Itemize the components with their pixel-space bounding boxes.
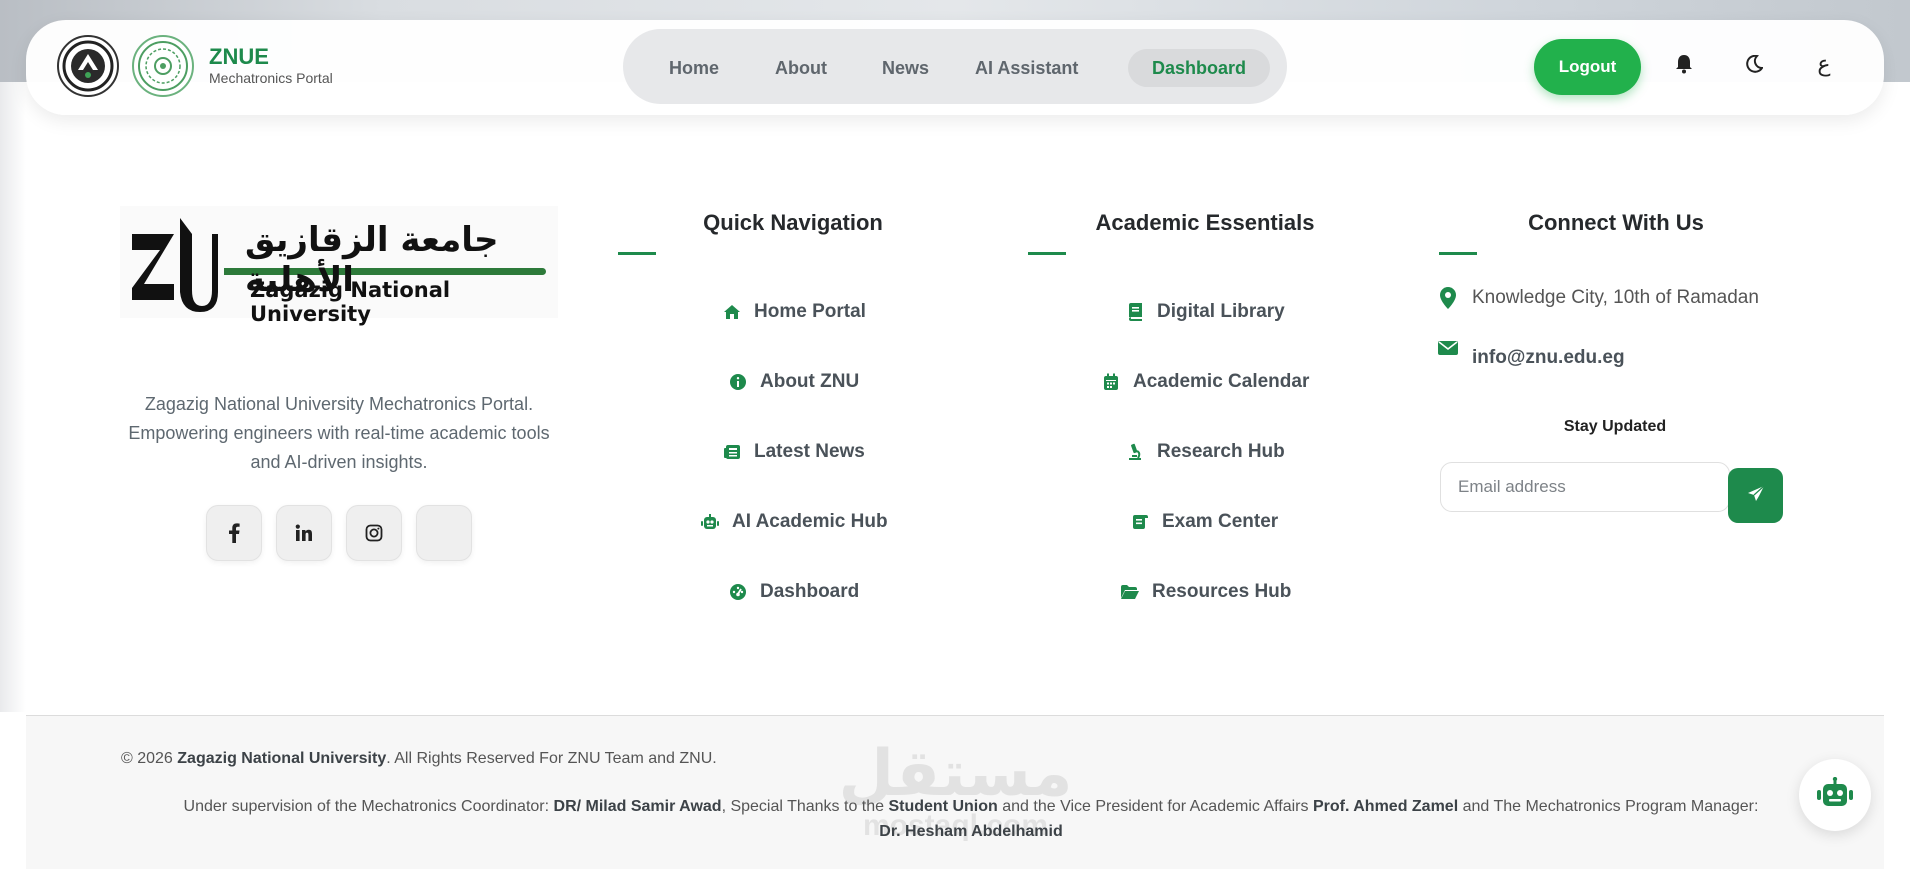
link-label: AI Academic Hub — [732, 511, 888, 532]
link-label: Research Hub — [1157, 441, 1285, 462]
stay-updated-label: Stay Updated — [1563, 418, 1667, 435]
copyright-prefix: © 2026 — [121, 750, 178, 767]
copyright-suffix: . All Rights Reserved For ZNU Team and Z… — [386, 750, 717, 767]
link-label: Dashboard — [760, 581, 860, 602]
link-label: Home Portal — [754, 301, 866, 322]
link-label: Latest News — [754, 441, 865, 462]
facebook-icon[interactable] — [206, 505, 262, 561]
footer-link-about-znu[interactable]: About ZNU — [728, 368, 859, 396]
left-edge-shade — [0, 82, 26, 712]
contact-email-text[interactable]: info@znu.edu.eg — [1472, 347, 1625, 369]
bell-icon[interactable] — [1668, 48, 1700, 80]
quick-nav-title: Quick Navigation — [703, 210, 883, 235]
contact-address: Knowledge City, 10th of Ramadan — [1438, 287, 1759, 309]
newsletter-send-button[interactable] — [1728, 468, 1783, 523]
copyright-text: © 2026 Zagazig National University. All … — [121, 750, 717, 768]
connect-underline — [1439, 252, 1477, 255]
language-toggle[interactable]: ع — [1808, 48, 1840, 80]
gauge-icon — [728, 582, 748, 602]
link-label: Digital Library — [1157, 301, 1285, 322]
link-label: About ZNU — [760, 371, 860, 392]
copyright-org: Zagazig National University — [177, 750, 387, 767]
nav-about[interactable]: About — [751, 49, 851, 87]
instagram-icon[interactable] — [346, 505, 402, 561]
contact-email[interactable]: info@znu.edu.eg — [1438, 339, 1625, 369]
newspaper-icon — [722, 442, 742, 462]
book-icon — [1125, 302, 1145, 322]
nav-ai-assistant[interactable]: AI Assistant — [951, 49, 1102, 87]
footer-link-dashboard[interactable]: Dashboard — [728, 578, 859, 606]
faculty-seal-logo[interactable] — [132, 35, 194, 97]
home-icon — [722, 302, 742, 322]
folder-open-icon — [1120, 582, 1140, 602]
connect-title: Connect With Us — [1528, 210, 1704, 235]
map-marker-icon — [1438, 287, 1458, 309]
footer-link-ai-academic-hub[interactable]: AI Academic Hub — [700, 508, 888, 536]
footer-link-academic-calendar[interactable]: Academic Calendar — [1101, 368, 1309, 396]
credits-name: Prof. Ahmed Zamel — [1312, 798, 1459, 815]
mostaql-watermark: مستقل mostaql.com — [838, 737, 1073, 847]
footer-link-latest-news[interactable]: Latest News — [722, 438, 865, 466]
footer-link-home-portal[interactable]: Home Portal — [722, 298, 866, 326]
scroll-icon — [1130, 512, 1150, 532]
academic-essentials-title: Academic Essentials — [1095, 210, 1315, 235]
university-logo: جامعة الزقازيق الأهلية Zagazig National … — [120, 206, 558, 326]
logout-button[interactable]: Logout — [1534, 39, 1641, 95]
footer-about-text: Zagazig National University Mechatronics… — [128, 394, 550, 472]
info-icon — [728, 372, 748, 392]
link-label: Resources Hub — [1152, 581, 1292, 602]
newsletter-email-input[interactable] — [1440, 462, 1730, 512]
footer-link-exam-center[interactable]: Exam Center — [1130, 508, 1278, 536]
logo-english-text: Zagazig National University — [250, 278, 451, 326]
linkedin-icon[interactable] — [276, 505, 332, 561]
brand-title: ZNUE — [209, 44, 269, 69]
paper-plane-icon — [1747, 485, 1765, 506]
watermark-arabic: مستقل — [838, 737, 1073, 811]
credits-part: and The Mechatronics Program Manager: — [1458, 798, 1759, 815]
link-label: Academic Calendar — [1133, 371, 1310, 392]
academic-essentials-underline — [1028, 252, 1066, 255]
moon-icon[interactable] — [1738, 48, 1770, 80]
blank-social-icon[interactable] — [416, 505, 472, 561]
contact-address-text: Knowledge City, 10th of Ramadan — [1472, 287, 1759, 308]
nav-news[interactable]: News — [858, 49, 953, 87]
link-label: Exam Center — [1162, 511, 1279, 532]
main-nav: Home About News AI Assistant Dashboard — [623, 29, 1287, 104]
university-seal-logo[interactable] — [57, 35, 119, 97]
footer-link-research-hub[interactable]: Research Hub — [1125, 438, 1285, 466]
header-bar: ZNUE Mechatronics Portal Home About News… — [26, 20, 1884, 115]
envelope-icon — [1438, 337, 1458, 359]
footer-link-resources-hub[interactable]: Resources Hub — [1120, 578, 1291, 606]
quick-nav-underline — [618, 252, 656, 255]
credits-part: Under supervision of the Mechatronics Co… — [183, 798, 554, 815]
footer-link-digital-library[interactable]: Digital Library — [1125, 298, 1285, 326]
calendar-icon — [1101, 372, 1121, 392]
chatbot-launcher-button[interactable] — [1799, 759, 1871, 831]
nav-dashboard[interactable]: Dashboard — [1128, 49, 1271, 87]
microscope-icon — [1125, 442, 1145, 462]
nav-home[interactable]: Home — [645, 49, 743, 87]
brand-subtitle: Mechatronics Portal — [209, 70, 333, 86]
robot-icon — [1816, 776, 1854, 814]
watermark-english: mostaql.com — [862, 809, 1049, 842]
credits-name: DR/ Milad Samir Awad — [553, 798, 722, 815]
robot-icon — [700, 512, 720, 532]
